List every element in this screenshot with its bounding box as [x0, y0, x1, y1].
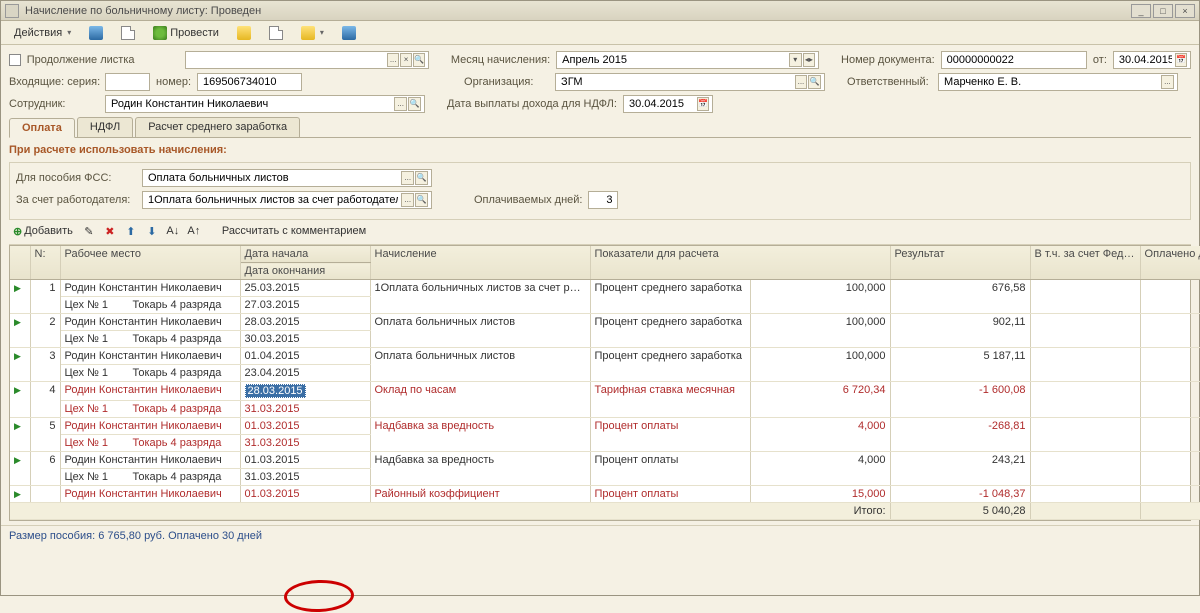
org-field[interactable]: ...🔍 — [555, 73, 825, 91]
title-bar: Начисление по больничному листу: Проведе… — [1, 1, 1199, 21]
tab-ndfl[interactable]: НДФЛ — [77, 117, 133, 137]
window-title: Начисление по больничному листу: Проведе… — [25, 5, 261, 17]
tb-struct-icon[interactable] — [230, 23, 258, 43]
doc-num-label: Номер документа: — [841, 54, 935, 66]
paid-days-label: Оплачиваемых дней: — [474, 194, 582, 206]
number-field[interactable] — [197, 73, 302, 91]
month-label: Месяц начисления: — [451, 54, 550, 66]
fss-label: Для пособия ФСС: — [16, 172, 136, 184]
fss-field[interactable]: ...🔍 — [142, 169, 432, 187]
responsible-label: Ответственный: — [847, 76, 932, 88]
delete-icon[interactable]: ✖ — [101, 222, 119, 240]
tb-doc-icon[interactable] — [114, 23, 142, 43]
incoming-label: Входящие: серия: — [9, 76, 99, 88]
tab-calc[interactable]: Расчет среднего заработка — [135, 117, 300, 137]
close-button[interactable]: × — [1175, 4, 1195, 18]
ot-field[interactable]: 📅 — [1113, 51, 1191, 69]
calc-comment-button[interactable]: Рассчитать с комментарием — [215, 222, 373, 240]
actions-menu[interactable]: Действия — [7, 24, 78, 42]
col-res[interactable]: Результат — [890, 246, 1030, 280]
unknown-field-1[interactable]: ...×🔍 — [185, 51, 429, 69]
tb-save-icon[interactable] — [82, 23, 110, 43]
tabs: Оплата НДФЛ Расчет среднего заработка — [9, 117, 1191, 138]
continuation-label: Продолжение листка — [27, 54, 135, 66]
up-icon[interactable]: ⬆ — [122, 222, 140, 240]
col-pok[interactable]: Показатели для расчета — [590, 246, 890, 280]
sort-desc-icon[interactable]: A↑ — [185, 222, 203, 240]
minimize-button[interactable]: _ — [1131, 4, 1151, 18]
sort-asc-icon[interactable]: A↓ — [164, 222, 182, 240]
grid[interactable]: N: Рабочее место Дата начала Начисление … — [9, 245, 1191, 521]
app-icon — [5, 4, 19, 18]
add-button[interactable]: ⊕Добавить — [9, 224, 77, 239]
tab-oplata[interactable]: Оплата — [9, 118, 75, 138]
emp-account-field[interactable]: ...🔍 — [142, 191, 432, 209]
maximize-button[interactable]: □ — [1153, 4, 1173, 18]
tb-info-icon[interactable] — [335, 23, 363, 43]
col-days[interactable]: Оплачено дней/часов — [1140, 246, 1200, 280]
tb-sheet-icon[interactable] — [262, 23, 290, 43]
col-n[interactable]: N: — [30, 246, 60, 280]
series-field[interactable] — [105, 73, 150, 91]
ot-label: от: — [1093, 54, 1107, 66]
main-toolbar: Действия Провести — [1, 21, 1199, 45]
continuation-checkbox[interactable] — [9, 54, 21, 66]
col-wp[interactable]: Рабочее место — [60, 246, 240, 280]
number-label: номер: — [156, 76, 191, 88]
footer-summary: Размер пособия: 6 765,80 руб. Оплачено 3… — [1, 525, 1199, 546]
date-pay-field[interactable]: 📅 — [623, 95, 713, 113]
paid-days-field[interactable] — [588, 191, 618, 209]
tb-report-icon[interactable] — [294, 23, 331, 43]
employee-field[interactable]: ...🔍 — [105, 95, 425, 113]
date-pay-label: Дата выплаты дохода для НДФЛ: — [447, 98, 617, 110]
employee-label: Сотрудник: — [9, 98, 99, 110]
col-nach[interactable]: Начисление — [370, 246, 590, 280]
org-label: Организация: — [464, 76, 549, 88]
section-title: При расчете использовать начисления: — [9, 144, 1191, 156]
col-date-end[interactable]: Дата окончания — [240, 263, 370, 280]
responsible-field[interactable]: ... — [938, 73, 1178, 91]
edit-icon[interactable]: ✎ — [80, 222, 98, 240]
doc-num-field[interactable] — [941, 51, 1087, 69]
emp-account-label: За счет работодателя: — [16, 194, 136, 206]
col-fed[interactable]: В т.ч. за счет Федерального ... — [1030, 246, 1140, 280]
provesti-button[interactable]: Провести — [146, 23, 226, 43]
month-field[interactable]: ▾◂▸ — [556, 51, 819, 69]
col-date-start[interactable]: Дата начала — [240, 246, 370, 263]
down-icon[interactable]: ⬇ — [143, 222, 161, 240]
